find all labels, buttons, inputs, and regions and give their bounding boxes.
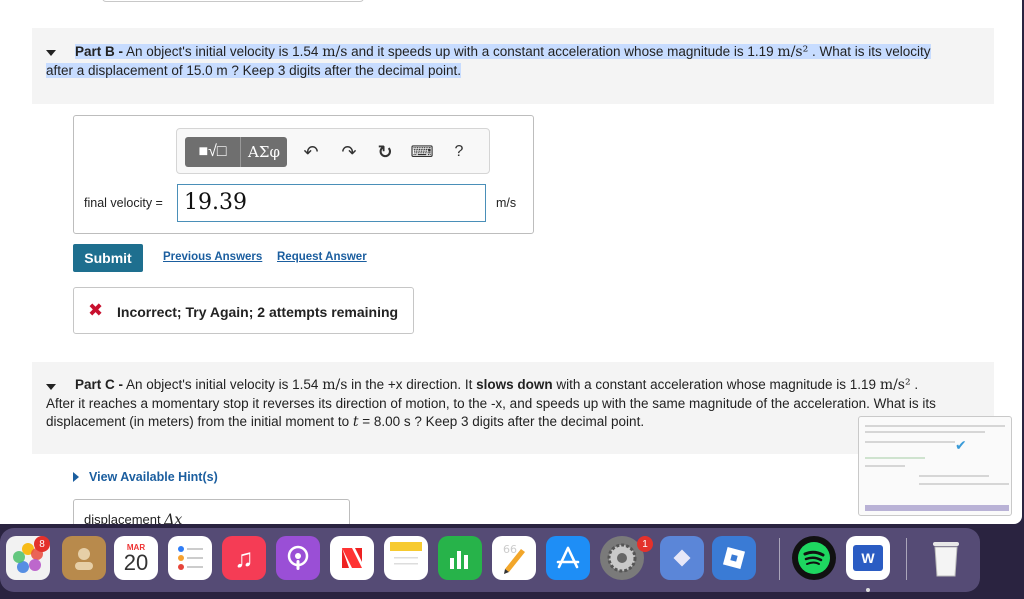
word-icon[interactable]: W <box>846 536 890 580</box>
part-b-text-1: An object's initial velocity is 1.54 <box>123 44 323 59</box>
contacts-icon[interactable] <box>62 536 106 580</box>
part-b-text-3: . What is its velocity <box>808 44 931 59</box>
part-c-text-4: . <box>910 377 919 392</box>
previous-box-edge <box>102 0 364 2</box>
answer-entry-box: ■√□ ΑΣφ ↶ ↷ ↻ ⌨ ? final velocity = 19.39… <box>73 115 534 234</box>
trash-icon[interactable] <box>924 536 968 580</box>
view-hints-link[interactable]: View Available Hint(s) <box>89 470 218 484</box>
app-store-icon[interactable] <box>546 536 590 580</box>
app-icon-diamond[interactable] <box>660 536 704 580</box>
calendar-day: 20 <box>123 549 149 575</box>
dock-separator <box>779 538 780 580</box>
music-icon[interactable]: ♫ <box>222 536 266 580</box>
submit-button[interactable]: Submit <box>73 244 143 272</box>
running-indicator <box>866 588 870 592</box>
collapse-caret-icon[interactable] <box>46 384 56 390</box>
part-b-question: Part B - An object's initial velocity is… <box>32 28 994 104</box>
part-b-text: Part B - An object's initial velocity is… <box>75 43 985 61</box>
part-c-text-2: in the +x direction. It <box>347 377 477 392</box>
final-velocity-input[interactable]: 19.39 <box>177 184 486 222</box>
part-c-line3: displacement (in meters) from the initia… <box>46 413 644 431</box>
undo-icon[interactable]: ↶ <box>301 141 321 163</box>
unit-velocity: m/s <box>322 44 348 60</box>
final-velocity-label: final velocity = <box>84 196 163 210</box>
spotify-icon[interactable] <box>792 536 836 580</box>
collapse-caret-icon[interactable] <box>46 50 56 56</box>
greek-symbols-button[interactable]: ΑΣφ <box>241 137 287 167</box>
part-c-text: Part C - An object's initial velocity is… <box>75 376 985 394</box>
svg-text:66: 66 <box>503 543 517 556</box>
part-b-text-4: after a displacement of 15.0 m ? Keep 3 … <box>46 63 461 78</box>
unit-velocity: m/s <box>322 377 348 393</box>
expand-hint-icon[interactable] <box>73 472 79 482</box>
incorrect-icon: ✖ <box>88 300 104 320</box>
part-c-question: Part C - An object's initial velocity is… <box>32 362 994 454</box>
previous-answers-link[interactable]: Previous Answers <box>163 251 262 263</box>
news-icon[interactable] <box>330 536 374 580</box>
browser-page: Part B - An object's initial velocity is… <box>0 0 1022 524</box>
request-answer-link[interactable]: Request Answer <box>277 251 367 263</box>
calendar-icon[interactable]: MAR 20 <box>114 536 158 580</box>
part-c-line2: After it reaches a momentary stop it rev… <box>46 396 936 411</box>
displacement-label: displacement Δx <box>84 512 182 524</box>
podcasts-icon[interactable] <box>276 536 320 580</box>
roblox-icon[interactable] <box>712 536 756 580</box>
feedback-text: Incorrect; Try Again; 2 attempts remaini… <box>117 304 399 320</box>
part-b-label: Part B - <box>75 44 124 59</box>
part-c-line3a: displacement (in meters) from the initia… <box>46 414 353 429</box>
screenshot-thumbnail[interactable]: ✔ <box>858 416 1012 516</box>
reset-icon[interactable]: ↻ <box>375 141 395 163</box>
math-toolbar: ■√□ ΑΣφ ↶ ↷ ↻ ⌨ ? <box>176 128 490 174</box>
part-c-line3b: = 8.00 s ? Keep 3 digits after the decim… <box>358 414 645 429</box>
settings-badge: 1 <box>637 536 653 552</box>
answer-unit: m/s <box>496 196 517 210</box>
word-letter: W <box>853 545 883 571</box>
numbers-icon[interactable] <box>438 536 482 580</box>
part-c-text-3: with a constant acceleration whose magni… <box>552 377 880 392</box>
photos-badge: 8 <box>34 536 50 552</box>
delta-x-symbol: Δx <box>164 512 183 524</box>
check-icon: ✔ <box>955 437 967 453</box>
help-icon[interactable]: ? <box>451 141 467 163</box>
displacement-answer-box: displacement Δx <box>73 499 350 524</box>
unit-acceleration: m/s² <box>777 44 809 60</box>
feedback-box: ✖ Incorrect; Try Again; 2 attempts remai… <box>73 287 414 334</box>
keyboard-icon[interactable]: ⌨ <box>410 141 433 163</box>
redo-icon[interactable]: ↷ <box>339 141 359 163</box>
templates-button[interactable]: ■√□ <box>185 137 241 167</box>
part-c-text-1: An object's initial velocity is 1.54 <box>123 377 323 392</box>
slows-down-text: slows down <box>476 377 553 392</box>
part-b-text-2: and it speeds up with a constant acceler… <box>347 44 778 59</box>
pages-icon[interactable]: 66 <box>492 536 536 580</box>
part-c-label: Part C - <box>75 377 124 392</box>
notes-icon[interactable] <box>384 536 428 580</box>
unit-acceleration: m/s² <box>879 377 911 393</box>
part-b-text-line2: after a displacement of 15.0 m ? Keep 3 … <box>46 62 461 80</box>
toolbar-button-group: ■√□ ΑΣφ <box>185 137 287 167</box>
reminders-icon[interactable] <box>168 536 212 580</box>
displacement-label-text: displacement <box>84 512 165 524</box>
dock-separator <box>906 538 907 580</box>
